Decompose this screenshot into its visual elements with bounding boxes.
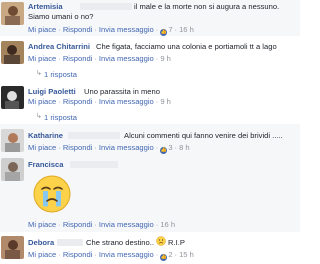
reply-link[interactable]: Rispondi — [63, 220, 93, 229]
commenter-name[interactable]: Francisca — [28, 160, 63, 169]
reply-link[interactable]: Rispondi — [63, 54, 93, 63]
redacted-name-blur — [57, 239, 83, 246]
reply-arrow-icon: ↳ — [36, 70, 42, 77]
comment-text: Che figata, facciamo una colonia e porti… — [96, 42, 277, 51]
sad-face-emoji — [156, 236, 166, 248]
like-link[interactable]: Mi piace — [28, 25, 56, 34]
avatar[interactable] — [1, 158, 24, 181]
comment-timestamp[interactable]: 16 h — [160, 220, 175, 229]
like-count-icon: 👍 — [160, 147, 168, 154]
send-message-link[interactable]: Invia messaggio — [99, 97, 154, 106]
reply-link[interactable]: Rispondi — [63, 250, 93, 259]
commenter-name[interactable]: Andrea Chitarrini — [28, 42, 90, 51]
reply-arrow-icon: ↳ — [36, 113, 42, 120]
send-message-link[interactable]: Invia messaggio — [99, 250, 154, 259]
like-link[interactable]: Mi piace — [28, 250, 56, 259]
commenter-name[interactable]: Artemisia — [28, 2, 63, 11]
send-message-link[interactable]: Invia messaggio — [99, 54, 154, 63]
comment-actions: Mi piace · Rispondi · Invia messaggio · 16 h — [28, 220, 176, 229]
reply-link[interactable]: Rispondi — [63, 25, 93, 34]
like-link[interactable]: Mi piace — [28, 54, 56, 63]
avatar[interactable] — [1, 86, 24, 109]
send-message-link[interactable]: Invia messaggio — [99, 25, 154, 34]
redacted-name-blur — [70, 161, 118, 168]
comment-text: Alcuni commenti qui fanno venire dei bri… — [124, 131, 283, 140]
comment-text: R.I.P — [168, 238, 185, 247]
comment-timestamp[interactable]: 9 h — [160, 54, 171, 63]
comment-actions: Mi piace · Rispondi · Invia messaggio · 👍2 · 15 … — [28, 250, 194, 261]
crying-face-sticker[interactable] — [32, 174, 72, 214]
comment-text: Che strano destino.. — [86, 238, 154, 247]
comment-timestamp[interactable]: 8 h — [179, 143, 190, 152]
redacted-name-blur — [68, 132, 120, 139]
like-link[interactable]: Mi piace — [28, 97, 56, 106]
like-count[interactable]: 2 — [168, 250, 172, 259]
like-count[interactable]: 7 — [168, 25, 172, 34]
send-message-link[interactable]: Invia messaggio — [99, 143, 154, 152]
comment-actions: Mi piace · Rispondi · Invia messaggio · 9 h — [28, 97, 171, 106]
like-count-icon: 👍 — [160, 29, 168, 36]
avatar[interactable] — [1, 2, 24, 25]
view-replies-link[interactable]: 1 risposta — [44, 70, 77, 79]
avatar[interactable] — [1, 236, 24, 259]
send-message-link[interactable]: Invia messaggio — [99, 220, 154, 229]
comment-actions: Mi piace · Rispondi · Invia messaggio · 9 h — [28, 54, 171, 63]
redacted-name-blur — [80, 3, 132, 10]
like-link[interactable]: Mi piace — [28, 220, 56, 229]
reply-link[interactable]: Rispondi — [63, 97, 93, 106]
like-link[interactable]: Mi piace — [28, 143, 56, 152]
avatar[interactable] — [1, 41, 24, 64]
reply-link[interactable]: Rispondi — [63, 143, 93, 152]
view-replies-link[interactable]: 1 risposta — [44, 113, 77, 122]
comment-timestamp[interactable]: 15 h — [179, 250, 194, 259]
commenter-name[interactable]: Luigi Paoletti — [28, 87, 76, 96]
comment-text: il male e la morte non si augura a nessu… — [134, 2, 280, 11]
like-count-icon: 👍 — [160, 254, 168, 261]
comment-actions: Mi piace · Rispondi · Invia messaggio · 👍7 · 16 … — [28, 25, 194, 36]
like-count[interactable]: 3 — [168, 143, 172, 152]
comment-highlight-bg — [0, 124, 300, 160]
comment-actions: Mi piace · Rispondi · Invia messaggio · 👍3 · 8 h — [28, 143, 190, 154]
commenter-name[interactable]: Katharine — [28, 131, 63, 140]
commenter-name[interactable]: Debora — [28, 238, 54, 247]
comment-text: Uno parassita in meno — [84, 87, 160, 96]
comment-text: Siamo umani o no? — [28, 12, 94, 21]
comment-timestamp[interactable]: 9 h — [160, 97, 171, 106]
avatar[interactable] — [1, 129, 24, 152]
comment-timestamp[interactable]: 16 h — [179, 25, 194, 34]
